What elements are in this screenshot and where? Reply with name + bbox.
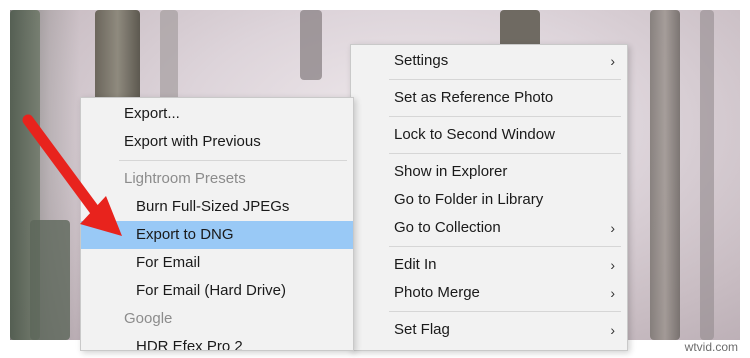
menu-separator	[389, 116, 621, 117]
chevron-right-icon: ›	[610, 322, 615, 338]
group-header-lightroom-presets: Lightroom Presets	[124, 170, 246, 187]
menu-item-photo-merge[interactable]: Photo Merge ›	[351, 279, 627, 307]
menu-item-settings[interactable]: Settings ›	[351, 47, 627, 75]
group-header-google: Google	[124, 310, 173, 327]
menu-item-set-reference-photo[interactable]: Set as Reference Photo	[351, 84, 627, 112]
chevron-right-icon: ›	[610, 220, 615, 236]
chevron-right-icon: ›	[610, 257, 615, 273]
menu-separator	[389, 246, 621, 247]
watermark: wtvid.com	[684, 340, 738, 354]
menu-item-go-to-collection[interactable]: Go to Collection ›	[351, 214, 627, 242]
tree-trunk	[30, 220, 70, 340]
menu-item-for-email[interactable]: For Email	[81, 249, 353, 277]
chevron-right-icon: ›	[610, 285, 615, 301]
tree-trunk	[650, 10, 680, 340]
context-menu: Settings › Set as Reference Photo Lock t…	[350, 44, 628, 351]
menu-item-edit-in[interactable]: Edit In ›	[351, 251, 627, 279]
menu-item-export[interactable]: Export...	[81, 100, 353, 128]
menu-item-show-in-explorer[interactable]: Show in Explorer	[351, 158, 627, 186]
chevron-right-icon: ›	[610, 53, 615, 69]
menu-item-set-flag[interactable]: Set Flag ›	[351, 316, 627, 344]
menu-separator	[389, 153, 621, 154]
menu-item-export-to-dng[interactable]: Export to DNG	[81, 221, 353, 249]
tree-trunk	[300, 10, 322, 80]
menu-item-lock-to-second-window[interactable]: Lock to Second Window	[351, 121, 627, 149]
menu-item-for-email-hard-drive[interactable]: For Email (Hard Drive)	[81, 277, 353, 305]
menu-separator	[389, 79, 621, 80]
tree-trunk	[700, 10, 714, 340]
menu-separator	[119, 160, 347, 161]
menu-item-burn-full-sized-jpegs[interactable]: Burn Full-Sized JPEGs	[81, 193, 353, 221]
export-submenu: Export... Export with Previous Lightroom…	[80, 97, 354, 351]
menu-item-export-with-previous[interactable]: Export with Previous	[81, 128, 353, 156]
menu-separator	[389, 311, 621, 312]
menu-item-go-to-folder[interactable]: Go to Folder in Library	[351, 186, 627, 214]
menu-item-hdr-efex-pro-partial[interactable]: HDR Efex Pro 2	[81, 333, 353, 350]
